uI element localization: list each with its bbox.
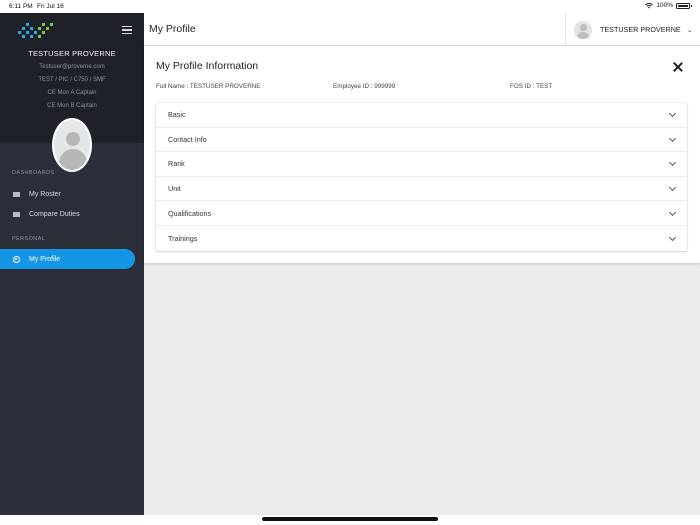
- sidebar-item-label: My Profile: [29, 255, 61, 263]
- page-title: My Profile: [149, 23, 196, 35]
- profile-icon: [13, 255, 20, 263]
- fos-id-text: FOS ID : TEST: [510, 83, 553, 90]
- sidebar-item-my-profile[interactable]: My Profile: [0, 249, 135, 269]
- sidebar-item-compare-duties[interactable]: Compare Duties: [0, 204, 144, 224]
- app-logo: [18, 23, 53, 38]
- chevron-down-icon: ⌄: [686, 26, 693, 34]
- header-user-name: TESTUSER PROVERNE: [600, 25, 681, 34]
- sidebar-user-role: CE Mon B Captain: [47, 103, 97, 109]
- sidebar-item-my-roster[interactable]: My Roster: [0, 184, 144, 204]
- sidebar-user-role: CE Mon A Captain: [47, 90, 97, 96]
- profile-sections-accordion: Basic Contact Info Rank Unit Qualificati…: [156, 103, 687, 251]
- top-header: My Profile TESTUSER PROVERNE ⌄: [144, 13, 700, 46]
- chevron-down-icon: [668, 110, 677, 118]
- home-indicator[interactable]: [262, 517, 438, 521]
- list-icon: [13, 211, 20, 217]
- sidebar-item-label: Compare Duties: [29, 210, 80, 218]
- sidebar-user-details: TEST / PIC / C750 / SMF: [38, 77, 106, 83]
- sidebar-user-email: Testuser@proverne.com: [39, 64, 105, 70]
- accordion-label: Rank: [168, 159, 185, 169]
- status-bar: 6:11 PM Fri Jul 16 100%: [0, 0, 700, 13]
- accordion-basic[interactable]: Basic: [156, 103, 687, 128]
- avatar: [52, 118, 92, 172]
- accordion-label: Trainings: [168, 233, 198, 243]
- profile-info-title: My Profile Information: [156, 60, 259, 72]
- status-date: Fri Jul 16: [37, 3, 64, 10]
- sidebar: TESTUSER PROVERNE Testuser@proverne.com …: [0, 13, 144, 515]
- sidebar-user-name: TESTUSER PROVERNE: [28, 49, 116, 58]
- sidebar-item-label: My Roster: [29, 190, 61, 198]
- hamburger-menu-icon[interactable]: [122, 26, 132, 34]
- accordion-label: Basic: [168, 110, 186, 120]
- battery-icon: [676, 2, 692, 9]
- accordion-rank[interactable]: Rank: [156, 152, 687, 177]
- status-time: 6:11 PM: [9, 3, 33, 10]
- battery-percent: 100%: [656, 2, 673, 9]
- accordion-label: Unit: [168, 184, 181, 194]
- wifi-icon: [645, 2, 654, 8]
- user-menu-button[interactable]: TESTUSER PROVERNE ⌄: [565, 13, 700, 46]
- full-name-text: Full Name : TESTUSER PROVERNE: [156, 83, 261, 90]
- avatar: [574, 20, 592, 39]
- chevron-down-icon: [668, 233, 677, 241]
- profile-info-card: My Profile Information Full Name : TESTU…: [144, 46, 700, 263]
- chevron-down-icon: [668, 208, 677, 216]
- chevron-down-icon: [668, 134, 677, 142]
- list-icon: [13, 191, 20, 197]
- status-right: 100%: [645, 2, 692, 9]
- accordion-label: Qualifications: [168, 208, 212, 218]
- chevron-down-icon: [668, 184, 677, 192]
- section-label-dashboards: DASHBOARDS: [12, 170, 55, 176]
- accordion-label: Contact Info: [168, 134, 207, 144]
- section-label-personal: PERSONAL: [12, 236, 46, 242]
- accordion-qualifications[interactable]: Qualifications: [156, 201, 687, 226]
- close-icon[interactable]: [672, 61, 684, 73]
- chevron-down-icon: [668, 159, 677, 167]
- accordion-contact-info[interactable]: Contact Info: [156, 128, 687, 153]
- employee-id-text: Employee ID : 999999: [333, 83, 396, 90]
- accordion-unit[interactable]: Unit: [156, 177, 687, 202]
- accordion-trainings[interactable]: Trainings: [156, 226, 687, 251]
